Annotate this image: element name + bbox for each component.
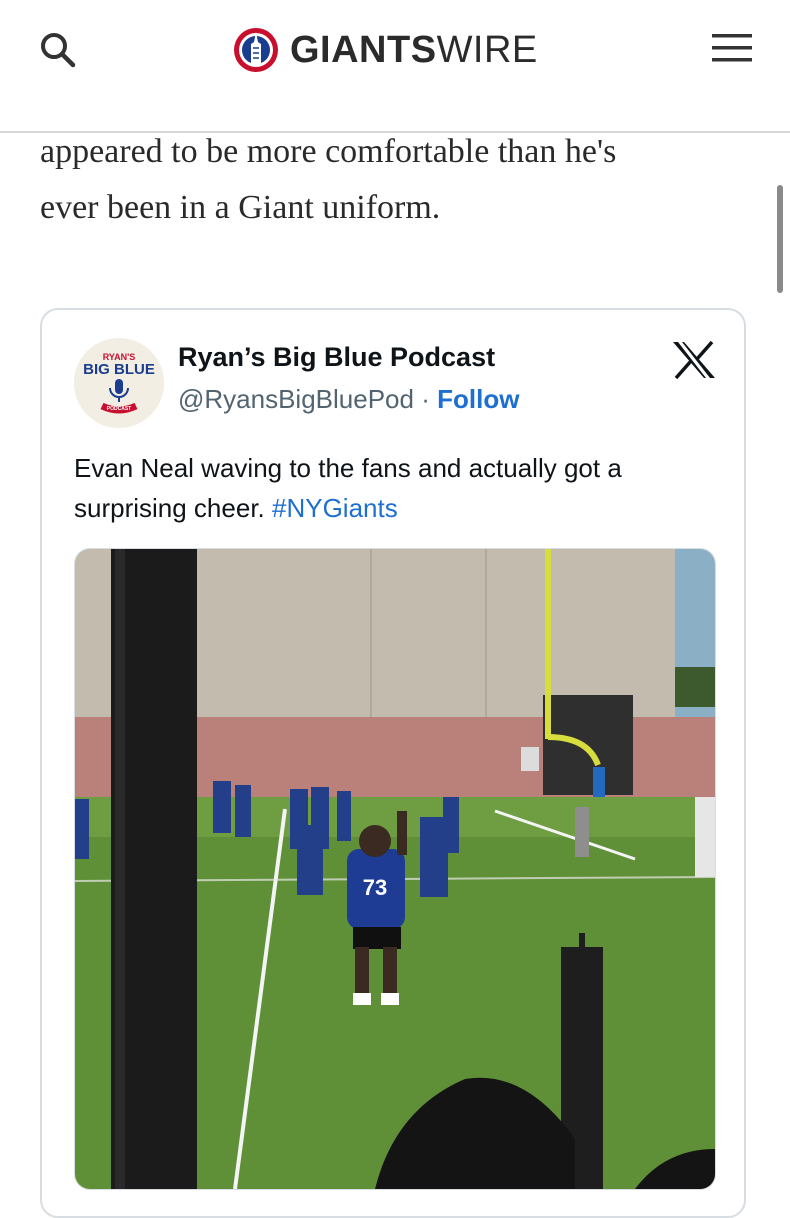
- author-handle-row: @RyansBigBluePod · Follow: [178, 384, 519, 415]
- giantswire-logo-icon: [234, 28, 278, 72]
- menu-button[interactable]: [710, 28, 756, 68]
- svg-text:PODCAST: PODCAST: [107, 406, 131, 412]
- site-header: GIANTSWIRE: [0, 0, 790, 133]
- author-handle[interactable]: @RyansBigBluePod: [178, 384, 414, 414]
- svg-text:73: 73: [363, 875, 387, 900]
- author-name[interactable]: Ryan’s Big Blue Podcast: [178, 342, 495, 373]
- scrollbar-thumb[interactable]: [777, 185, 783, 293]
- post-text: Evan Neal waving to the fans and actuall…: [74, 448, 714, 528]
- search-button[interactable]: [36, 28, 80, 72]
- post-media-photo[interactable]: 73: [74, 548, 716, 1190]
- brand-name: GIANTSWIRE: [290, 28, 538, 71]
- hamburger-menu-icon: [712, 34, 752, 62]
- x-logo-link[interactable]: [670, 340, 718, 380]
- svg-text:BIG BLUE: BIG BLUE: [83, 361, 155, 378]
- practice-field-photo: 73: [75, 549, 715, 1189]
- follow-button[interactable]: Follow: [437, 384, 519, 414]
- article-line: ever been in a Giant uniform.: [40, 189, 441, 226]
- hashtag-link[interactable]: #NYGiants: [272, 493, 398, 523]
- article-line: appeared to be more comfortable than he'…: [40, 133, 617, 170]
- article-body: appeared to be more comfortable than he'…: [40, 132, 740, 252]
- search-icon: [41, 33, 76, 68]
- embedded-post[interactable]: RYAN'S BIG BLUE PODCAST Ryan’s Big Blue …: [40, 308, 746, 1218]
- separator-dot: ·: [421, 384, 430, 414]
- author-avatar[interactable]: RYAN'S BIG BLUE PODCAST: [74, 338, 164, 428]
- x-logo-icon: [673, 340, 715, 380]
- site-logo[interactable]: GIANTSWIRE: [232, 24, 538, 76]
- podcast-logo-icon: RYAN'S BIG BLUE PODCAST: [74, 338, 164, 428]
